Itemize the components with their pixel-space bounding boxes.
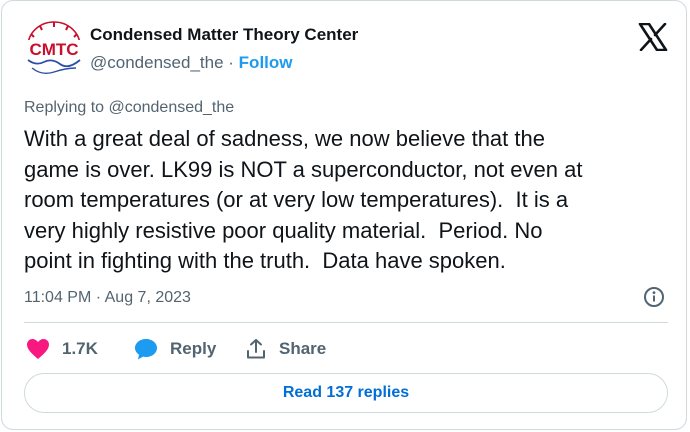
- reply-button[interactable]: Reply: [134, 337, 216, 361]
- share-icon: [247, 339, 265, 359]
- info-icon[interactable]: [643, 286, 665, 308]
- cmtc-logo-icon: CMTC: [24, 21, 84, 75]
- reply-label: Reply: [170, 339, 217, 358]
- tweet-line: room temperatures (or at very low temper…: [24, 187, 569, 212]
- avatar[interactable]: CMTC: [22, 20, 86, 82]
- follow-button[interactable]: Follow: [239, 53, 293, 72]
- read-replies-button[interactable]: Read 137 replies: [24, 373, 668, 413]
- tweet-line: point in fighting with the truth. Data h…: [24, 248, 506, 273]
- tweet-text: With a great deal of sadness, we now bel…: [24, 124, 664, 277]
- like-count: 1.7K: [62, 339, 98, 358]
- avatar-text: CMTC: [29, 40, 78, 59]
- tweet-line: With a great deal of sadness, we now bel…: [24, 126, 545, 151]
- share-label: Share: [279, 339, 327, 358]
- x-logo-icon[interactable]: [638, 22, 668, 52]
- replying-to[interactable]: Replying to @condensed_the: [24, 99, 234, 117]
- author-name[interactable]: Condensed Matter Theory Center: [90, 25, 358, 45]
- author-handle-row: @condensed_the · Follow: [90, 53, 293, 73]
- tweet-card: CMTC Condensed Matter Theory Center @con…: [1, 0, 687, 430]
- reply-bubble-icon: [135, 339, 157, 360]
- like-button[interactable]: 1.7K: [26, 337, 98, 361]
- share-button[interactable]: Share: [245, 337, 326, 361]
- tweet-timestamp[interactable]: 11:04 PM · Aug 7, 2023: [24, 289, 191, 307]
- tweet-line: very highly resistive poor quality mater…: [24, 217, 543, 243]
- divider: [24, 322, 668, 323]
- separator: ·: [228, 53, 234, 72]
- heart-icon: [27, 339, 49, 359]
- tweet-line: game is over. LK99 is NOT a superconduct…: [24, 156, 583, 182]
- author-handle[interactable]: @condensed_the: [90, 53, 224, 72]
